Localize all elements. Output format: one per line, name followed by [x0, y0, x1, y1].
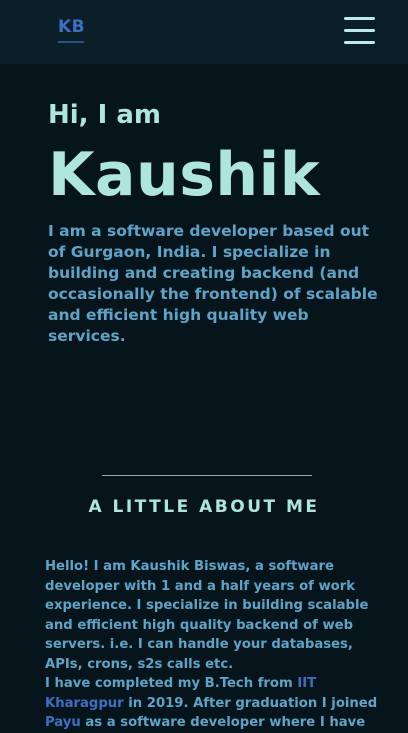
about-paragraph-1: Hello! I am Kaushik Biswas, a software d…	[45, 559, 369, 672]
menu-bar	[344, 17, 375, 20]
payu-link[interactable]: Payu	[45, 715, 81, 730]
about-text-segment: I have completed my B.Tech from	[45, 676, 298, 691]
top-navbar: KB	[0, 0, 408, 64]
logo-link[interactable]: KB	[58, 17, 85, 43]
about-text: Hello! I am Kaushik Biswas, a software d…	[45, 557, 380, 733]
about-text-segment: in 2019. After graduation I joined	[123, 695, 378, 711]
hero-greeting: Hi, I am	[48, 100, 161, 130]
about-paragraph-2: I have completed my B.Tech from IIT Khar…	[45, 674, 380, 733]
about-text-segment: as a software developer where I have	[80, 715, 366, 730]
hamburger-menu-icon[interactable]	[344, 17, 375, 44]
hero-description: I am a software developer based out of G…	[48, 222, 378, 345]
hero-name: Kaushik	[48, 140, 321, 210]
menu-bar	[344, 41, 375, 44]
about-section-title: A LITTLE ABOUT ME	[88, 497, 320, 517]
section-divider	[102, 475, 312, 476]
menu-bar	[344, 29, 375, 32]
